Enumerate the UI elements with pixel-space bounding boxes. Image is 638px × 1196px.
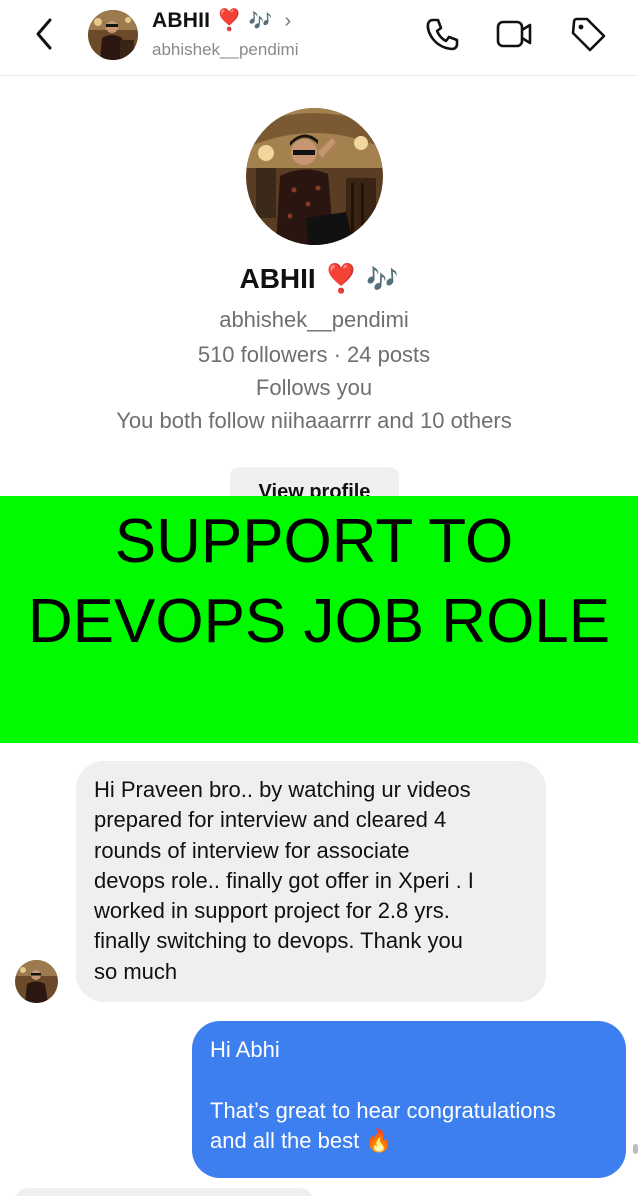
heart-emoji-icon: ❣️ (323, 263, 359, 294)
contact-name-text: ABHII (152, 9, 211, 32)
fire-emoji-icon: 🔥 (365, 1127, 393, 1153)
follows-you-label: Follows you (255, 375, 373, 400)
music-notes-emoji-icon: 🎶 (248, 11, 273, 32)
banner-line-2: DEVOPS JOB ROLE (27, 587, 611, 656)
back-chevron-icon[interactable] (28, 14, 62, 54)
next-message-bubble[interactable] (14, 1188, 314, 1196)
phone-icon[interactable] (422, 14, 462, 54)
profile-name: ABHII ❣️ 🎶 (0, 262, 638, 295)
incoming-message-bubble[interactable]: Hi Praveen bro.. by watching ur videos p… (76, 761, 546, 1002)
contact-handle[interactable]: abhishek__pendimi (152, 40, 299, 60)
tag-icon[interactable] (568, 14, 608, 54)
outgoing-message-bubble[interactable]: Hi Abhi That’s great to hear congratulat… (192, 1021, 626, 1178)
banner-line-1: SUPPORT TO (114, 507, 514, 576)
video-camera-icon[interactable] (494, 14, 534, 54)
scrollbar-thumb[interactable] (633, 1144, 638, 1154)
avatar[interactable] (88, 10, 138, 60)
sender-avatar[interactable] (15, 960, 58, 1003)
profile-handle: abhishek__pendimi (219, 307, 409, 332)
chevron-right-icon: › (284, 10, 292, 32)
heart-emoji-icon: ❣️ (216, 9, 243, 32)
chat-header: ABHII ❣️ 🎶 › abhishek__pendimi (0, 0, 638, 76)
profile-avatar[interactable] (246, 108, 383, 245)
music-notes-emoji-icon: 🎶 (366, 264, 399, 294)
mutual-followers[interactable]: You both follow niihaaarrrr and 10 other… (0, 408, 628, 434)
profile-stats: 510 followers · 24 posts (197, 342, 431, 367)
profile-name-text: ABHII (239, 263, 316, 294)
contact-name[interactable]: ABHII ❣️ 🎶 › (152, 9, 291, 33)
